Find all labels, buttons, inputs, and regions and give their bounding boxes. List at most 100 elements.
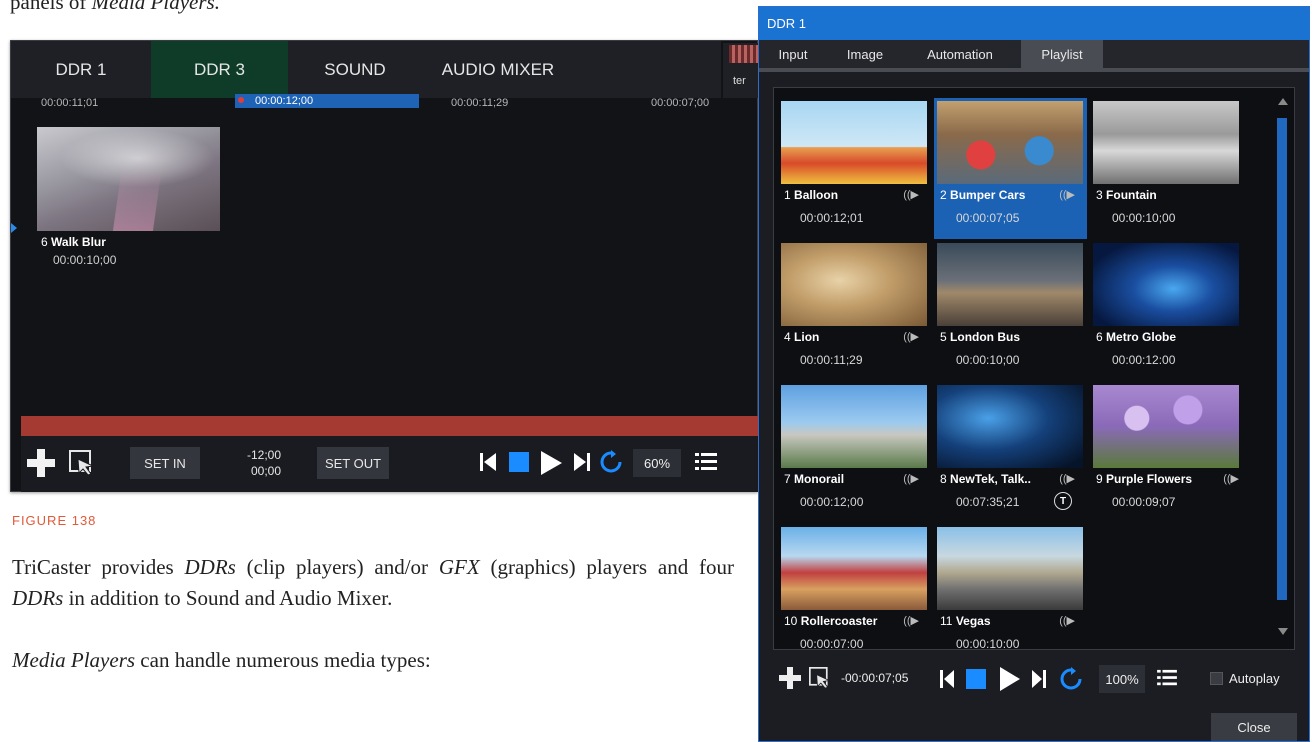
body-paragraph: TriCaster provides DDRs (clip players) a…: [12, 555, 734, 610]
scroll-up-icon[interactable]: [1278, 98, 1288, 105]
autoplay-label: Autoplay: [1229, 671, 1280, 686]
loop-icon[interactable]: [599, 450, 623, 474]
neighbor-label: ter: [733, 75, 746, 87]
clip-duration: 00:00:12;00: [800, 495, 864, 509]
clip-thumbnail: [1093, 243, 1239, 326]
playlist-icon[interactable]: [1157, 669, 1177, 687]
playhead-marker-icon: [11, 223, 17, 233]
clip-thumbnail: [1093, 101, 1239, 184]
clip-thumbnail: [781, 243, 927, 326]
select-cursor-icon[interactable]: [809, 667, 831, 689]
figure-caption: FIGURE 138: [12, 513, 97, 528]
clip-duration: 00:00:12;01: [800, 211, 864, 225]
speaker-icon: ((▶: [1059, 615, 1075, 627]
set-out-button[interactable]: SET OUT: [317, 447, 389, 479]
playlist-item[interactable]: 11 Vegas ((▶ 00:00:10:00: [934, 524, 1087, 650]
ddr-control-bar: SET IN -12;00 00;00 SET OUT 60%: [21, 436, 758, 492]
tab-input[interactable]: Input: [769, 40, 817, 68]
skip-back-icon[interactable]: [479, 450, 497, 474]
record-dot-icon: [238, 97, 244, 103]
speaker-icon: ((▶: [903, 189, 919, 201]
skip-forward-icon[interactable]: [1031, 668, 1047, 690]
clip-time: 00:00:11;29: [451, 97, 509, 109]
add-clip-icon[interactable]: [27, 449, 55, 477]
speaker-icon: ((▶: [1059, 189, 1075, 201]
clip-duration: 00:00:10;00: [53, 253, 117, 267]
clip-name: 6 Walk Blur: [41, 235, 106, 249]
loop-icon[interactable]: [1059, 667, 1083, 691]
tab-audio-mixer[interactable]: AUDIO MIXER: [422, 41, 574, 98]
clip-duration: 00:00:12:00: [1112, 353, 1176, 367]
selected-clip-time[interactable]: 00:00:12;00: [235, 94, 419, 108]
speaker-icon: ((▶: [903, 473, 919, 485]
playlist-item[interactable]: 3 Fountain 00:00:10;00: [1090, 98, 1243, 239]
clip-duration: 00:00:07;05: [956, 211, 1020, 225]
clip-duration: 00:07:35;21: [956, 495, 1020, 509]
playlist-item[interactable]: 7 Monorail ((▶ 00:00:12;00: [778, 382, 931, 523]
speed-value[interactable]: 60%: [633, 449, 681, 477]
speaker-icon: ((▶: [903, 615, 919, 627]
speaker-icon: ((▶: [1223, 473, 1239, 485]
playlist-item[interactable]: 5 London Bus 00:00:10;00: [934, 240, 1087, 381]
skip-forward-icon[interactable]: [573, 450, 591, 474]
play-icon[interactable]: [539, 450, 563, 476]
clip-name: 11 Vegas: [940, 614, 991, 628]
title-badge-icon: T: [1054, 492, 1072, 510]
scrollbar-thumb[interactable]: [1277, 118, 1287, 600]
playlist-item[interactable]: 6 Metro Globe 00:00:12:00: [1090, 240, 1243, 381]
tab-ddr1[interactable]: DDR 1: [11, 41, 151, 98]
dialog-control-bar: -00:00:07;05 100% Autoplay: [773, 659, 1295, 699]
ddr-panel: DDR 1 DDR 3 SOUND AUDIO MIXER ter 00:00:…: [10, 40, 759, 492]
clip-duration: 00:00:09;07: [1112, 495, 1176, 509]
playlist-item[interactable]: 9 Purple Flowers ((▶ 00:00:09;07: [1090, 382, 1243, 523]
remaining-time: -00:00:07;05: [841, 671, 909, 685]
close-button[interactable]: Close: [1211, 713, 1297, 741]
skip-back-icon[interactable]: [939, 668, 955, 690]
tab-sound[interactable]: SOUND: [288, 41, 422, 98]
tab-playlist[interactable]: Playlist: [1021, 40, 1103, 68]
add-clip-icon[interactable]: [779, 667, 801, 689]
playlist-item[interactable]: 1 Balloon ((▶ 00:00:12;01: [778, 98, 931, 239]
clip-duration: 00:00:11;29: [800, 353, 863, 367]
dialog-title: DDR 1: [759, 7, 1309, 40]
clip-thumbnail: [937, 101, 1083, 184]
body-paragraph: Media Players can handle numerous media …: [12, 648, 431, 672]
playlist-grid: 1 Balloon ((▶ 00:00:12;01 2 Bumper Cars …: [773, 87, 1295, 650]
doc-top-line: panels of Media Players.: [10, 0, 220, 14]
clip-name: 1 Balloon: [784, 188, 839, 202]
tab-ddr3[interactable]: DDR 3: [151, 41, 288, 98]
playlist-item[interactable]: 10 Rollercoaster ((▶ 00:00:07:00: [778, 524, 931, 649]
stop-icon[interactable]: [507, 450, 531, 474]
neighbor-panel-corner: ter: [723, 43, 759, 98]
clip-duration: 00:00:10;00: [956, 353, 1020, 367]
ddr-dialog: DDR 1 Input Image Automation Playlist 1 …: [758, 6, 1310, 742]
clip-thumbnail: [781, 101, 927, 184]
tab-automation[interactable]: Automation: [915, 40, 1005, 68]
clip-thumbnail-walk-blur[interactable]: [37, 127, 220, 231]
stop-icon[interactable]: [965, 668, 987, 690]
ddr-tab-bar: DDR 1 DDR 3 SOUND AUDIO MIXER: [11, 41, 721, 98]
clip-duration: 00:00:10:00: [956, 637, 1020, 650]
clip-name: 10 Rollercoaster: [784, 614, 878, 628]
set-in-button[interactable]: SET IN: [130, 447, 200, 479]
play-icon[interactable]: [999, 666, 1021, 692]
clip-time: 00:00:07;00: [651, 97, 710, 109]
playlist-item[interactable]: 8 NewTek, Talk.. ((▶ 00:07:35;21 T: [934, 382, 1087, 523]
timeline-bar[interactable]: [21, 416, 758, 436]
playlist-item[interactable]: 2 Bumper Cars ((▶ 00:00:07;05: [934, 98, 1087, 239]
scroll-down-icon[interactable]: [1278, 628, 1288, 635]
clip-name: 9 Purple Flowers: [1096, 472, 1193, 486]
playlist-icon[interactable]: [695, 452, 717, 472]
speaker-icon: ((▶: [903, 331, 919, 343]
clip-name: 2 Bumper Cars: [940, 188, 1026, 202]
select-cursor-icon[interactable]: [69, 450, 95, 476]
autoplay-checkbox[interactable]: [1210, 672, 1223, 685]
neighbor-thumbnail: [729, 45, 759, 63]
dialog-tab-bar: Input Image Automation Playlist: [759, 40, 1309, 68]
playlist-item[interactable]: 4 Lion ((▶ 00:00:11;29: [778, 240, 931, 381]
tab-image[interactable]: Image: [839, 40, 891, 68]
trim-duration: -12;00 00;00: [247, 448, 282, 478]
speed-value[interactable]: 100%: [1099, 665, 1145, 693]
clip-time: 00:00:11;01: [41, 97, 99, 109]
clip-duration: 00:00:10;00: [1112, 211, 1176, 225]
